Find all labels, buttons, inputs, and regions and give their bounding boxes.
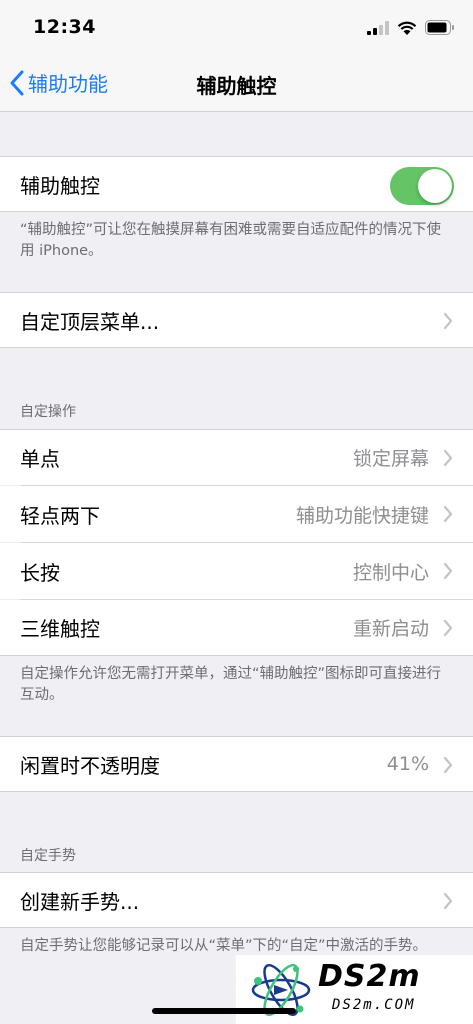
action-row-single-tap[interactable]: 单点 锁定屏幕 xyxy=(0,429,473,485)
custom-gestures-header: 自定手势 xyxy=(20,848,76,864)
status-icons xyxy=(367,20,455,35)
toggle-knob xyxy=(418,169,452,203)
customize-menu-row[interactable]: 自定顶层菜单... xyxy=(0,292,473,348)
idle-opacity-value: 41% xyxy=(386,753,429,775)
action-row-3d-touch[interactable]: 三维触控 重新启动 xyxy=(0,600,473,656)
chevron-right-icon xyxy=(443,619,453,637)
chevron-right-icon xyxy=(443,562,453,580)
action-value: 重新启动 xyxy=(352,618,429,640)
wifi-icon xyxy=(397,21,417,35)
action-label: 长按 xyxy=(20,560,60,585)
assistive-touch-footer: “辅助触控”可让您在触摸屏幕有困难或需要自适应配件的情况下使用 iPhone。 xyxy=(20,222,442,259)
chevron-right-icon xyxy=(443,756,453,774)
create-gesture-label: 创建新手势... xyxy=(20,889,140,914)
cellular-signal-icon xyxy=(367,20,389,35)
idle-opacity-label: 闲置时不透明度 xyxy=(20,753,160,778)
action-row-double-tap[interactable]: 轻点两下 辅助功能快捷键 xyxy=(0,486,473,542)
assistive-touch-label: 辅助触控 xyxy=(20,173,100,198)
page-title: 辅助触控 xyxy=(196,74,277,98)
idle-opacity-row[interactable]: 闲置时不透明度 41% xyxy=(0,736,473,792)
custom-actions-footer: 自定操作允许您无需打开菜单，通过“辅助触控”图标即可直接进行互动。 xyxy=(20,666,442,703)
status-bar: 12:34 xyxy=(0,0,473,58)
action-label: 三维触控 xyxy=(20,617,100,641)
home-indicator[interactable] xyxy=(152,1008,296,1014)
customize-menu-label: 自定顶层菜单... xyxy=(20,309,160,334)
watermark-site-text: DS2m.COM xyxy=(332,997,416,1013)
chevron-right-icon xyxy=(443,449,453,467)
assistive-touch-row: 辅助触控 xyxy=(0,156,473,212)
chevron-right-icon xyxy=(443,505,453,523)
battery-icon xyxy=(425,20,454,35)
status-time: 12:34 xyxy=(33,16,96,38)
navigation-bar: 辅助功能 辅助触控 xyxy=(0,58,473,112)
custom-gestures-footer: 自定手势让您能够记录可以从“菜单”下的“自定”中激活的手势。 xyxy=(20,938,428,954)
chevron-right-icon xyxy=(443,312,453,330)
chevron-right-icon xyxy=(443,892,453,910)
action-row-long-press[interactable]: 长按 控制中心 xyxy=(0,543,473,599)
action-label: 单点 xyxy=(20,447,60,471)
watermark-logo-text: DS2m xyxy=(318,959,421,994)
assistive-touch-toggle[interactable] xyxy=(390,167,454,205)
create-gesture-row[interactable]: 创建新手势... xyxy=(0,872,473,928)
custom-actions-header: 自定操作 xyxy=(20,404,76,420)
action-value: 锁定屏幕 xyxy=(352,448,429,470)
action-label: 轻点两下 xyxy=(20,503,100,528)
action-value: 控制中心 xyxy=(352,561,429,584)
action-value: 辅助功能快捷键 xyxy=(295,504,429,527)
